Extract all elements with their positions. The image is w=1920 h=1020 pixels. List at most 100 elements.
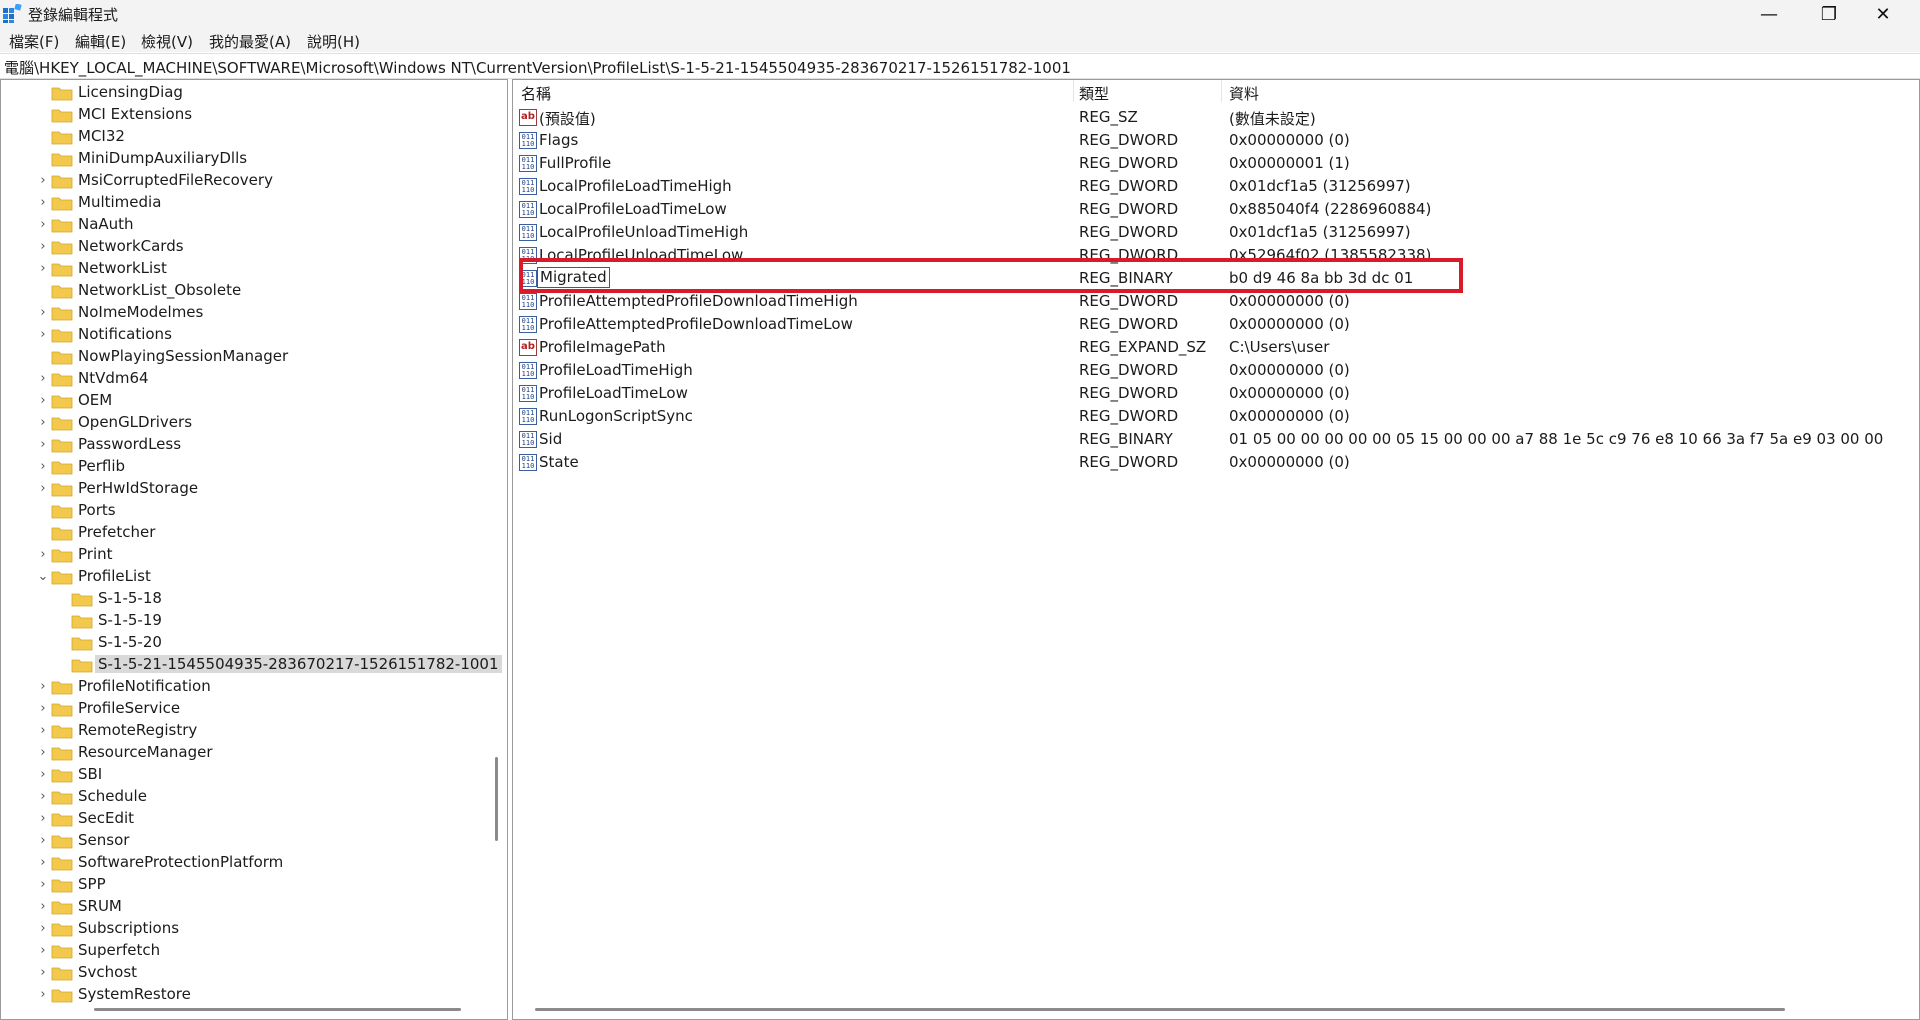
column-divider[interactable] (1221, 80, 1222, 102)
expand-chevron-icon[interactable]: › (35, 170, 51, 192)
tree-key[interactable]: › SBI (1, 764, 493, 786)
expand-chevron-icon[interactable]: › (35, 214, 51, 236)
expand-chevron-icon[interactable]: › (35, 456, 51, 478)
column-header-data[interactable]: 資料 (1229, 83, 1259, 104)
tree-subkey[interactable]: S-1-5-21-1545504935-283670217-1526151782… (1, 654, 502, 676)
values-horizontal-scrollbar[interactable] (513, 1000, 1919, 1018)
expand-chevron-icon[interactable]: › (35, 544, 51, 566)
expand-chevron-icon[interactable]: › (35, 236, 51, 258)
tree-vertical-scrollbar[interactable] (489, 80, 503, 1000)
registry-value-row[interactable]: 011 110 RunLogonScriptSync REG_DWORD 0x0000… (513, 405, 1919, 428)
expand-chevron-icon[interactable]: › (35, 368, 51, 390)
maximize-button[interactable]: ❐ (1806, 0, 1852, 28)
tree-key[interactable]: › PasswordLess (1, 434, 493, 456)
expand-chevron-icon[interactable]: › (35, 742, 51, 764)
registry-value-row[interactable]: 011 110 LocalProfileUnloadTimeLow REG_DWOR… (513, 244, 1919, 267)
menu-file[interactable]: 檔案(F) (9, 31, 59, 52)
menu-edit[interactable]: 編輯(E) (75, 31, 126, 52)
expand-chevron-icon[interactable]: › (35, 720, 51, 742)
tree-key[interactable]: › MsiCorruptedFileRecovery (1, 170, 493, 192)
collapse-chevron-icon[interactable]: ⌄ (35, 566, 51, 588)
tree-key[interactable]: › Sensor (1, 830, 493, 852)
expand-chevron-icon[interactable]: › (35, 478, 51, 500)
registry-value-row[interactable]: 011 110 Migrated REG_BINARY b0 d9 46 8a bb … (513, 267, 1919, 290)
menu-favorites[interactable]: 我的最愛(A) (209, 31, 291, 52)
registry-value-row[interactable]: 011 110 ProfileLoadTimeLow REG_DWORD 0x0000… (513, 382, 1919, 405)
tree-key[interactable]: › OEM (1, 390, 493, 412)
tree-key[interactable]: › NetworkList (1, 258, 493, 280)
registry-tree-pane[interactable]: LicensingDiag MCI Extensions MCI32 MiniDump… (0, 79, 508, 1020)
registry-value-row[interactable]: ab (預設值) REG_SZ (數值未設定) (513, 106, 1919, 129)
menu-help[interactable]: 說明(H) (307, 31, 360, 52)
tree-key[interactable]: › PerHwIdStorage (1, 478, 493, 500)
close-button[interactable]: ✕ (1860, 0, 1906, 28)
tree-key[interactable]: › NaAuth (1, 214, 493, 236)
registry-value-row[interactable]: 011 110 LocalProfileUnloadTimeHigh REG_DWO… (513, 221, 1919, 244)
registry-value-row[interactable]: 011 110 LocalProfileLoadTimeHigh REG_DWORD… (513, 175, 1919, 198)
expand-chevron-icon[interactable]: › (35, 764, 51, 786)
tree-key[interactable]: › NetworkCards (1, 236, 493, 258)
registry-value-row[interactable]: 011 110 ProfileLoadTimeHigh REG_DWORD 0x000… (513, 359, 1919, 382)
tree-key[interactable]: MCI32 (1, 126, 493, 148)
expand-chevron-icon[interactable]: › (35, 786, 51, 808)
tree-horizontal-scrollbar[interactable] (1, 1000, 489, 1018)
expand-chevron-icon[interactable]: › (35, 192, 51, 214)
registry-value-row[interactable]: 011 110 ProfileAttemptedProfileDownloadTi… (513, 313, 1919, 336)
registry-value-row[interactable]: 011 110 Sid REG_BINARY 01 05 00 00 00 00 00… (513, 428, 1919, 451)
values-horizontal-scroll-thumb[interactable] (535, 1008, 1785, 1011)
tree-key[interactable]: Ports (1, 500, 493, 522)
expand-chevron-icon[interactable]: › (35, 852, 51, 874)
tree-key[interactable]: › Notifications (1, 324, 493, 346)
address-bar[interactable]: 電腦\HKEY_LOCAL_MACHINE\SOFTWARE\Microsoft… (0, 53, 1920, 79)
registry-values-pane[interactable]: 名稱 類型 資料 ab (預設值) REG_SZ (數值未設定) 011 110 Flag… (512, 79, 1920, 1020)
expand-chevron-icon[interactable]: › (35, 676, 51, 698)
expand-chevron-icon[interactable]: › (35, 808, 51, 830)
tree-key[interactable]: › SoftwareProtectionPlatform (1, 852, 493, 874)
value-name-rename-field[interactable]: Migrated (537, 267, 610, 288)
expand-chevron-icon[interactable]: › (35, 302, 51, 324)
tree-key[interactable]: MCI Extensions (1, 104, 493, 126)
registry-value-row[interactable]: 011 110 LocalProfileLoadTimeLow REG_DWORD 0… (513, 198, 1919, 221)
tree-key[interactable]: › ResourceManager (1, 742, 493, 764)
expand-chevron-icon[interactable]: › (35, 258, 51, 280)
menu-view[interactable]: 檢視(V) (141, 31, 193, 52)
tree-key[interactable]: › RemoteRegistry (1, 720, 493, 742)
expand-chevron-icon[interactable]: › (35, 918, 51, 940)
expand-chevron-icon[interactable]: › (35, 390, 51, 412)
expand-chevron-icon[interactable]: › (35, 324, 51, 346)
tree-key[interactable]: › SecEdit (1, 808, 493, 830)
tree-key[interactable]: › SRUM (1, 896, 493, 918)
tree-key[interactable]: › NoImeModelmes (1, 302, 493, 324)
address-path[interactable]: 電腦\HKEY_LOCAL_MACHINE\SOFTWARE\Microsoft… (4, 57, 1071, 78)
tree-key[interactable]: › ProfileService (1, 698, 493, 720)
tree-key[interactable]: › Print (1, 544, 493, 566)
tree-key[interactable]: › Perflib (1, 456, 493, 478)
expand-chevron-icon[interactable]: › (35, 962, 51, 984)
column-header-name[interactable]: 名稱 (521, 83, 551, 104)
registry-value-row[interactable]: 011 110 Flags REG_DWORD 0x00000000 (0) (513, 129, 1919, 152)
tree-vertical-scroll-thumb[interactable] (495, 757, 498, 841)
tree-key[interactable]: › Svchost (1, 962, 493, 984)
tree-key[interactable]: › Multimedia (1, 192, 493, 214)
expand-chevron-icon[interactable]: › (35, 830, 51, 852)
tree-key[interactable]: › Subscriptions (1, 918, 493, 940)
expand-chevron-icon[interactable]: › (35, 874, 51, 896)
tree-key[interactable]: NetworkList_Obsolete (1, 280, 493, 302)
tree-key[interactable]: › SPP (1, 874, 493, 896)
column-header-type[interactable]: 類型 (1079, 83, 1109, 104)
tree-key[interactable]: › OpenGLDrivers (1, 412, 493, 434)
tree-subkey[interactable]: S-1-5-18 (1, 588, 493, 610)
column-divider[interactable] (1073, 80, 1074, 102)
tree-key[interactable]: LicensingDiag (1, 82, 493, 104)
registry-value-row[interactable]: 011 110 ProfileAttemptedProfileDownloadTi… (513, 290, 1919, 313)
expand-chevron-icon[interactable]: › (35, 896, 51, 918)
expand-chevron-icon[interactable]: › (35, 434, 51, 456)
tree-key[interactable]: › Schedule (1, 786, 493, 808)
tree-key[interactable]: › ProfileNotification (1, 676, 493, 698)
tree-horizontal-scroll-thumb[interactable] (94, 1008, 461, 1011)
minimize-button[interactable]: — (1746, 0, 1792, 28)
tree-key[interactable]: › Superfetch (1, 940, 493, 962)
expand-chevron-icon[interactable]: › (35, 940, 51, 962)
expand-chevron-icon[interactable]: › (35, 412, 51, 434)
registry-value-row[interactable]: 011 110 FullProfile REG_DWORD 0x00000001 (1… (513, 152, 1919, 175)
